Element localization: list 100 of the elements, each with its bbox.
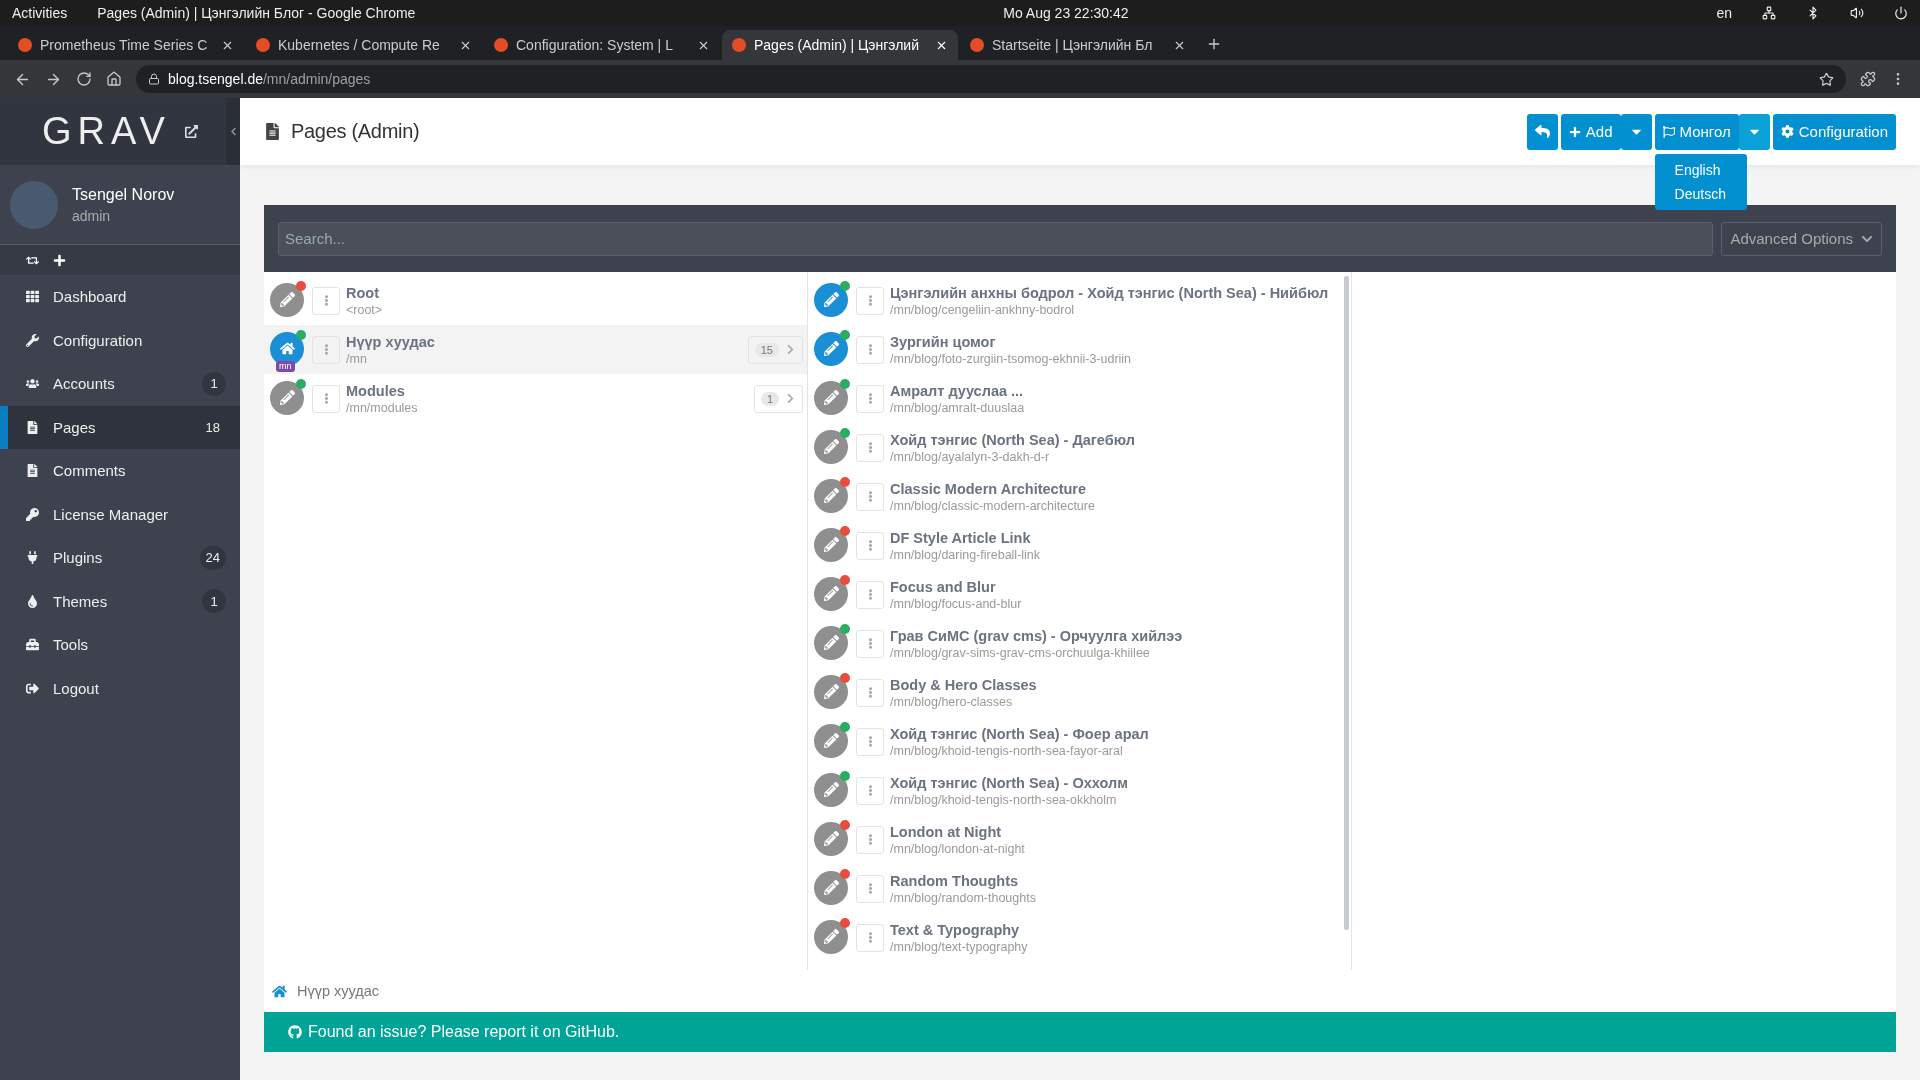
page-menu-handle[interactable]	[856, 531, 884, 560]
children-count-button[interactable]: 1	[753, 384, 803, 413]
page-menu-handle[interactable]	[856, 727, 884, 756]
volume-icon[interactable]	[1850, 6, 1864, 20]
menu-item[interactable]: English	[1654, 157, 1747, 182]
home-icon[interactable]	[106, 71, 122, 87]
page-row[interactable]: DF Style Article Link /mn/blog/daring-fireball-link	[808, 521, 1351, 570]
page-row[interactable]: Хойд тэнгис (North Sea) - Фоер арал /mn/blog/khoid-tengis-north-sea-fayor-aral	[808, 717, 1351, 766]
report-text[interactable]: Found an issue? Please report it on GitHub.	[308, 1023, 620, 1041]
page-row[interactable]: Modules /mn/modules 1	[264, 374, 807, 423]
page-menu-handle[interactable]	[856, 776, 884, 805]
nav-item[interactable]: Tools	[0, 623, 240, 667]
page-row[interactable]: Random Thoughts /mn/blog/random-thoughts	[808, 864, 1351, 913]
page-menu-handle[interactable]	[312, 335, 340, 364]
nav-item[interactable]: License Manager	[0, 492, 240, 536]
page-row[interactable]: Цэнгэлийн анхны бодрол - Хойд тэнгис (North Sea) - Нийбюл /mn/blog/cengeliin-ankhny-bodrol	[808, 276, 1351, 325]
page-title: DF Style Article Link	[890, 529, 1032, 546]
page-menu-handle[interactable]	[856, 874, 884, 903]
clock: Mo Aug 23 22:30:42	[1003, 5, 1129, 21]
menu-item[interactable]: Deutsch	[1654, 181, 1747, 206]
nav-item[interactable]: Plugins 24	[0, 536, 240, 580]
page-route: /mn/blog/amralt-duuslaa	[890, 400, 1026, 415]
advanced-options-button[interactable]: Advanced Options	[1721, 221, 1882, 256]
add-button[interactable]: Add	[1560, 113, 1621, 150]
page-title: London at Night	[890, 823, 1003, 840]
language-dropdown-button[interactable]	[1738, 113, 1770, 150]
page-menu-handle[interactable]	[856, 335, 884, 364]
page-row[interactable]: Хойд тэнгис (North Sea) - Оххолм /mn/blog/khoid-tengis-north-sea-okkholm	[808, 766, 1351, 815]
page-route: /mn/blog/grav-sims-grav-cms-orchuulga-khiilee	[890, 645, 1151, 660]
activities-button[interactable]: Activities	[12, 5, 68, 21]
nav-item[interactable]: Accounts 1	[0, 362, 240, 406]
nav-item[interactable]: Logout	[0, 666, 240, 710]
page-row[interactable]: Root <root>	[264, 276, 807, 325]
page-menu-handle[interactable]	[312, 384, 340, 413]
page-title: Focus and Blur	[890, 578, 997, 595]
page-row[interactable]: Text & Typography /mn/blog/text-typography	[808, 913, 1351, 962]
page-row[interactable]: Амралт дууслаа ... /mn/blog/amralt-duuslaa	[808, 374, 1351, 423]
favicon-icon	[970, 38, 984, 52]
page-menu-handle[interactable]	[856, 580, 884, 609]
key-icon	[26, 507, 39, 521]
page-menu-handle[interactable]	[312, 286, 340, 315]
browser-tab[interactable]: Prometheus Time Series C	[8, 30, 244, 60]
keyboard-layout[interactable]: en	[1716, 5, 1732, 21]
add-dropdown-button[interactable]	[1620, 113, 1652, 150]
search-field[interactable]: Search...	[278, 221, 1714, 256]
page-menu-handle[interactable]	[856, 678, 884, 707]
scrollbar[interactable]	[1344, 276, 1349, 930]
page-row[interactable]: Focus and Blur /mn/blog/focus-and-blur	[808, 570, 1351, 619]
nav-item[interactable]: Configuration	[0, 318, 240, 362]
page-menu-handle[interactable]	[856, 286, 884, 315]
page-route: /mn/blog/hero-classes	[890, 694, 1014, 709]
user-role: admin	[72, 207, 112, 224]
page-row[interactable]: mn Нүүр хуудас /mn 15	[264, 325, 807, 374]
page-title: Хойд тэнгис (North Sea) - Оххолм	[890, 774, 1129, 791]
count-label: 1	[202, 589, 226, 614]
nav-item[interactable]: Themes 1	[0, 579, 240, 623]
logout-icon	[26, 681, 39, 695]
browser-tab[interactable]: Startseite | Цэнгэлийн Бл	[960, 30, 1196, 60]
page-menu-handle[interactable]	[856, 433, 884, 462]
users-icon	[26, 377, 39, 391]
address-bar[interactable]: blog.tsengel.de/mn/admin/pages	[136, 65, 1846, 93]
children-count-button[interactable]: 15	[747, 335, 803, 364]
language-badge: mn	[276, 360, 295, 372]
configuration-button[interactable]: Configuration	[1772, 113, 1896, 150]
page-row[interactable]: Грав СиМС (grav cms) - Орчуулга хийлээ /mn/blog/grav-sims-grav-cms-orchuulga-khiilee	[808, 619, 1351, 668]
page-route: /mn/blog/khoid-tengis-north-sea-fayor-aral	[890, 743, 1124, 758]
page-row[interactable]: Classic Modern Architecture /mn/blog/classic-modern-architecture	[808, 472, 1351, 521]
page-route: /mn/modules	[346, 400, 419, 415]
back-button[interactable]	[1526, 113, 1558, 150]
add-icon[interactable]	[53, 253, 66, 267]
favicon-icon	[494, 38, 508, 52]
app-title: Pages (Admin) | Цэнгэлийн Блог - Google Chrome	[97, 5, 416, 21]
page-row[interactable]: London at Night /mn/blog/london-at-night	[808, 815, 1351, 864]
reload-icon[interactable]	[76, 71, 92, 87]
nav-item[interactable]: Dashboard	[0, 275, 240, 319]
extensions-icon[interactable]	[1860, 71, 1876, 87]
document-icon	[26, 464, 39, 478]
language-button[interactable]: Монгол	[1654, 113, 1739, 150]
new-tab-icon[interactable]	[1206, 36, 1222, 52]
browser-tab[interactable]: Pages (Admin) | Цэнгэлий	[722, 30, 958, 60]
page-row[interactable]: Body & Hero Classes /mn/blog/hero-classes	[808, 668, 1351, 717]
plus-icon	[1568, 125, 1581, 138]
browser-tab[interactable]: Kubernetes / Compute Re	[246, 30, 482, 60]
nav-item[interactable]: Comments	[0, 449, 240, 493]
external-link-icon[interactable]	[184, 125, 198, 138]
network-icon[interactable]	[1762, 6, 1776, 20]
page-title: Грав СиМС (grav cms) - Орчуулга хийлээ	[890, 627, 1184, 644]
chevron-left-icon	[228, 127, 238, 136]
nav-item[interactable]: Pages 18	[0, 405, 240, 449]
breadcrumb[interactable]: Нүүр хуудас	[297, 983, 380, 999]
power-icon[interactable]	[1894, 6, 1908, 20]
page-row[interactable]: Зургийн цомог /mn/blog/foto-zurgiin-tsomog-ekhnii-3-udriin	[808, 325, 1351, 374]
page-menu-handle[interactable]	[856, 629, 884, 658]
page-menu-handle[interactable]	[856, 384, 884, 413]
browser-tab[interactable]: Configuration: System | L	[484, 30, 720, 60]
page-menu-handle[interactable]	[856, 825, 884, 854]
page-row[interactable]: Хойд тэнгис (North Sea) - Дагебюл /mn/blog/ayalalyn-3-dakh-d-r	[808, 423, 1351, 472]
page-menu-handle[interactable]	[856, 482, 884, 511]
page-title: Амралт дууслаа ...	[890, 382, 1025, 399]
page-menu-handle[interactable]	[856, 923, 884, 952]
